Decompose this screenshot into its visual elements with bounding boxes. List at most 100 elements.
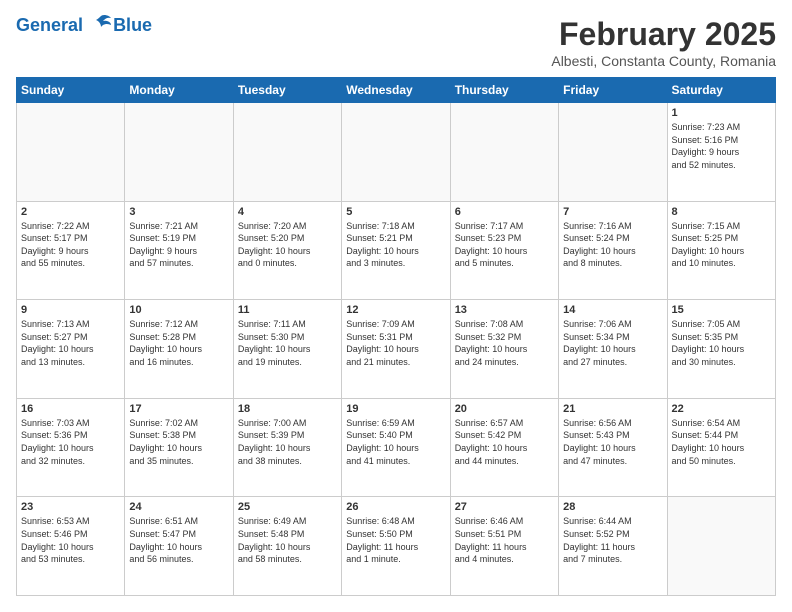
calendar-cell: 4Sunrise: 7:20 AM Sunset: 5:20 PM Daylig… <box>233 201 341 300</box>
calendar-cell <box>125 103 233 202</box>
day-info: Sunrise: 7:03 AM Sunset: 5:36 PM Dayligh… <box>21 417 120 467</box>
calendar-cell: 3Sunrise: 7:21 AM Sunset: 5:19 PM Daylig… <box>125 201 233 300</box>
title-block: February 2025 Albesti, Constanta County,… <box>551 16 776 69</box>
col-thursday: Thursday <box>450 78 558 103</box>
day-info: Sunrise: 7:18 AM Sunset: 5:21 PM Dayligh… <box>346 220 445 270</box>
day-number: 28 <box>563 501 662 513</box>
day-info: Sunrise: 7:16 AM Sunset: 5:24 PM Dayligh… <box>563 220 662 270</box>
calendar-cell: 16 Sunrise: 7:03 AM Sunset: 5:36 PM Dayli… <box>17 398 125 497</box>
calendar-cell: 13 Sunrise: 7:08 AM Sunset: 5:32 PM Dayli… <box>450 300 558 399</box>
day-info: Sunrise: 6:49 AM Sunset: 5:48 PM Dayligh… <box>238 515 337 565</box>
calendar-cell: 26Sunrise: 6:48 AM Sunset: 5:50 PM Dayli… <box>342 497 450 596</box>
calendar-week-2: 2 Sunrise: 7:22 AM Sunset: 5:17 PM Daylig… <box>17 201 776 300</box>
col-friday: Friday <box>559 78 667 103</box>
day-number: 23 <box>21 501 120 513</box>
calendar-cell: 5 Sunrise: 7:18 AM Sunset: 5:21 PM Daylig… <box>342 201 450 300</box>
day-number: 1 <box>672 107 771 119</box>
logo: General Blue <box>16 16 152 36</box>
day-number: 12 <box>346 304 445 316</box>
calendar-week-1: 1 Sunrise: 7:23 AM Sunset: 5:16 PM Daylig… <box>17 103 776 202</box>
calendar-week-4: 16 Sunrise: 7:03 AM Sunset: 5:36 PM Dayli… <box>17 398 776 497</box>
calendar-cell <box>667 497 775 596</box>
calendar-cell: 14Sunrise: 7:06 AM Sunset: 5:34 PM Dayli… <box>559 300 667 399</box>
calendar-cell: 28 Sunrise: 6:44 AM Sunset: 5:52 PM Dayli… <box>559 497 667 596</box>
day-number: 22 <box>672 403 771 415</box>
day-number: 18 <box>238 403 337 415</box>
day-info: Sunrise: 7:05 AM Sunset: 5:35 PM Dayligh… <box>672 318 771 368</box>
col-sunday: Sunday <box>17 78 125 103</box>
day-number: 6 <box>455 206 554 218</box>
col-wednesday: Wednesday <box>342 78 450 103</box>
calendar-cell: 9 Sunrise: 7:13 AM Sunset: 5:27 PM Daylig… <box>17 300 125 399</box>
calendar-cell: 15 Sunrise: 7:05 AM Sunset: 5:35 PM Dayli… <box>667 300 775 399</box>
calendar-cell: 19Sunrise: 6:59 AM Sunset: 5:40 PM Dayli… <box>342 398 450 497</box>
day-info: Sunrise: 6:51 AM Sunset: 5:47 PM Dayligh… <box>129 515 228 565</box>
calendar-cell: 17 Sunrise: 7:02 AM Sunset: 5:38 PM Dayli… <box>125 398 233 497</box>
day-info: Sunrise: 7:23 AM Sunset: 5:16 PM Dayligh… <box>672 121 771 171</box>
calendar-week-5: 23 Sunrise: 6:53 AM Sunset: 5:46 PM Dayli… <box>17 497 776 596</box>
calendar-cell: 6 Sunrise: 7:17 AM Sunset: 5:23 PM Daylig… <box>450 201 558 300</box>
calendar-cell: 24Sunrise: 6:51 AM Sunset: 5:47 PM Dayli… <box>125 497 233 596</box>
calendar-cell: 11 Sunrise: 7:11 AM Sunset: 5:30 PM Dayli… <box>233 300 341 399</box>
calendar-cell: 23 Sunrise: 6:53 AM Sunset: 5:46 PM Dayli… <box>17 497 125 596</box>
calendar-cell: 10 Sunrise: 7:12 AM Sunset: 5:28 PM Dayli… <box>125 300 233 399</box>
day-number: 9 <box>21 304 120 316</box>
calendar-cell: 2 Sunrise: 7:22 AM Sunset: 5:17 PM Daylig… <box>17 201 125 300</box>
day-info: Sunrise: 7:13 AM Sunset: 5:27 PM Dayligh… <box>21 318 120 368</box>
day-number: 5 <box>346 206 445 218</box>
calendar-cell: 8 Sunrise: 7:15 AM Sunset: 5:25 PM Daylig… <box>667 201 775 300</box>
calendar-body: 1 Sunrise: 7:23 AM Sunset: 5:16 PM Daylig… <box>17 103 776 596</box>
logo-bird-icon <box>89 12 113 36</box>
day-info: Sunrise: 7:09 AM Sunset: 5:31 PM Dayligh… <box>346 318 445 368</box>
day-info: Sunrise: 7:08 AM Sunset: 5:32 PM Dayligh… <box>455 318 554 368</box>
day-info: Sunrise: 6:53 AM Sunset: 5:46 PM Dayligh… <box>21 515 120 565</box>
calendar-cell <box>450 103 558 202</box>
day-number: 17 <box>129 403 228 415</box>
calendar-cell: 27Sunrise: 6:46 AM Sunset: 5:51 PM Dayli… <box>450 497 558 596</box>
calendar-week-3: 9 Sunrise: 7:13 AM Sunset: 5:27 PM Daylig… <box>17 300 776 399</box>
day-number: 21 <box>563 403 662 415</box>
day-info: Sunrise: 6:44 AM Sunset: 5:52 PM Dayligh… <box>563 515 662 565</box>
calendar-header-row: Sunday Monday Tuesday Wednesday Thursday… <box>17 78 776 103</box>
col-tuesday: Tuesday <box>233 78 341 103</box>
day-number: 26 <box>346 501 445 513</box>
logo-general: General <box>16 15 83 35</box>
day-number: 8 <box>672 206 771 218</box>
day-number: 10 <box>129 304 228 316</box>
calendar-cell <box>342 103 450 202</box>
calendar-cell: 21Sunrise: 6:56 AM Sunset: 5:43 PM Dayli… <box>559 398 667 497</box>
calendar-cell: 22 Sunrise: 6:54 AM Sunset: 5:44 PM Dayli… <box>667 398 775 497</box>
day-info: Sunrise: 7:12 AM Sunset: 5:28 PM Dayligh… <box>129 318 228 368</box>
col-saturday: Saturday <box>667 78 775 103</box>
logo-blue: Blue <box>113 15 152 36</box>
day-number: 20 <box>455 403 554 415</box>
calendar-cell: 20 Sunrise: 6:57 AM Sunset: 5:42 PM Dayli… <box>450 398 558 497</box>
day-info: Sunrise: 7:17 AM Sunset: 5:23 PM Dayligh… <box>455 220 554 270</box>
day-number: 16 <box>21 403 120 415</box>
day-info: Sunrise: 7:02 AM Sunset: 5:38 PM Dayligh… <box>129 417 228 467</box>
page: General Blue February 2025 Albesti, Cons… <box>0 0 792 612</box>
day-number: 13 <box>455 304 554 316</box>
day-number: 15 <box>672 304 771 316</box>
day-number: 19 <box>346 403 445 415</box>
location-title: Albesti, Constanta County, Romania <box>551 53 776 69</box>
day-number: 2 <box>21 206 120 218</box>
calendar-cell: 1 Sunrise: 7:23 AM Sunset: 5:16 PM Daylig… <box>667 103 775 202</box>
day-info: Sunrise: 7:06 AM Sunset: 5:34 PM Dayligh… <box>563 318 662 368</box>
day-info: Sunrise: 6:54 AM Sunset: 5:44 PM Dayligh… <box>672 417 771 467</box>
calendar-cell <box>233 103 341 202</box>
day-info: Sunrise: 7:15 AM Sunset: 5:25 PM Dayligh… <box>672 220 771 270</box>
calendar-cell: 7Sunrise: 7:16 AM Sunset: 5:24 PM Daylig… <box>559 201 667 300</box>
calendar-cell: 18Sunrise: 7:00 AM Sunset: 5:39 PM Dayli… <box>233 398 341 497</box>
day-info: Sunrise: 6:57 AM Sunset: 5:42 PM Dayligh… <box>455 417 554 467</box>
day-info: Sunrise: 6:46 AM Sunset: 5:51 PM Dayligh… <box>455 515 554 565</box>
calendar-cell <box>559 103 667 202</box>
day-info: Sunrise: 7:22 AM Sunset: 5:17 PM Dayligh… <box>21 220 120 270</box>
day-number: 11 <box>238 304 337 316</box>
col-monday: Monday <box>125 78 233 103</box>
day-info: Sunrise: 7:20 AM Sunset: 5:20 PM Dayligh… <box>238 220 337 270</box>
day-info: Sunrise: 7:21 AM Sunset: 5:19 PM Dayligh… <box>129 220 228 270</box>
day-info: Sunrise: 7:11 AM Sunset: 5:30 PM Dayligh… <box>238 318 337 368</box>
month-title: February 2025 <box>551 16 776 53</box>
header: General Blue February 2025 Albesti, Cons… <box>16 16 776 69</box>
